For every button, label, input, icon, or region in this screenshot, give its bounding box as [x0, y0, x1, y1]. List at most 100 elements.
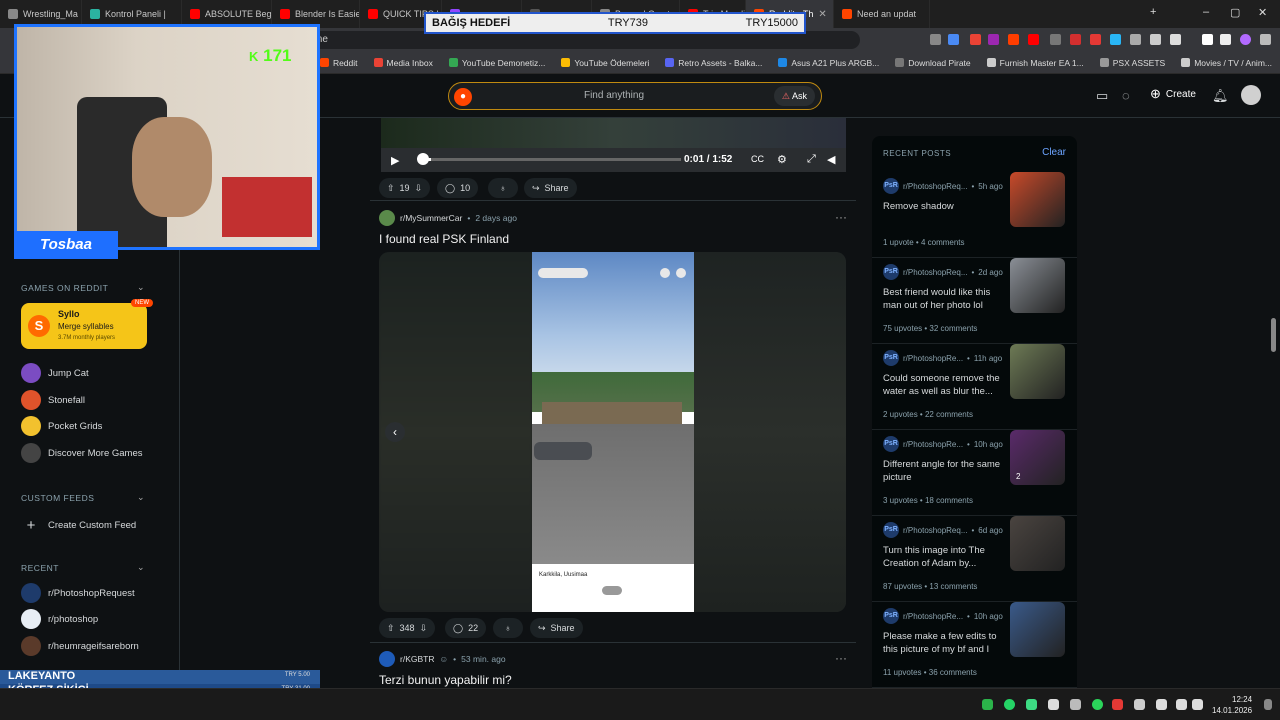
browser-menu-icon[interactable] [1260, 34, 1271, 45]
subreddit-avatar[interactable] [379, 210, 395, 226]
recent-post-card[interactable]: PsR r/PhotoshopRe... • 10h ago Please make a… [872, 602, 1077, 688]
advertise-icon[interactable]: ▭ [1096, 88, 1108, 104]
extension-icon[interactable] [1028, 34, 1039, 45]
tray-icon[interactable] [1112, 699, 1123, 710]
recent-post-title[interactable]: Please make a few edits to this picture … [883, 630, 1005, 656]
game-item[interactable]: Stonefall [21, 390, 85, 410]
extension-icon[interactable] [1070, 34, 1081, 45]
profile-icon[interactable] [1240, 34, 1251, 45]
close-window-icon[interactable]: ✕ [1258, 6, 1267, 19]
google-search-pill[interactable] [538, 268, 588, 278]
play-icon[interactable]: ▶ [391, 154, 399, 167]
recent-post-thumbnail[interactable]: 2 [1010, 430, 1065, 485]
notification-icon[interactable] [1264, 699, 1272, 710]
recent-post-thumbnail[interactable] [1010, 602, 1065, 657]
recent-community[interactable]: r/photoshop [21, 609, 98, 629]
recent-post-thumbnail[interactable] [1010, 344, 1065, 399]
bookmark-item[interactable]: Retro Assets - Balka... [657, 58, 770, 68]
recent-post-card[interactable]: PsR r/PhotoshopRe... • 10h ago Different ang… [872, 430, 1077, 516]
game-item[interactable]: Jump Cat [21, 363, 89, 383]
post-options-icon[interactable]: ··· [835, 210, 847, 224]
minimize-icon[interactable]: – [1203, 6, 1209, 18]
post-title[interactable]: I found real PSK Finland [379, 232, 509, 246]
ask-button[interactable]: ⚠ Ask [773, 86, 815, 106]
post-image-gallery[interactable]: Karkkila, Uusimaa ‹ [379, 252, 846, 612]
extension-icon[interactable] [948, 34, 959, 45]
sidebar-icon[interactable] [1220, 34, 1231, 45]
create-custom-feed[interactable]: + Create Custom Feed [21, 517, 137, 534]
recent-post-card[interactable]: PsR r/PhotoshopReq... • 2d ago Best friend w… [872, 258, 1077, 344]
downvote-icon[interactable]: ⇩ [420, 623, 428, 634]
recent-community[interactable]: r/PhotoshopRequest [21, 583, 135, 603]
clock[interactable]: 12:24 14.01.2026 [1212, 694, 1252, 716]
close-icon[interactable] [676, 268, 686, 278]
game-item[interactable]: Pocket Grids [21, 416, 102, 436]
recent-post-card[interactable]: PsR r/PhotoshopRe... • 11h ago Could someone… [872, 344, 1077, 430]
extensions-puzzle-icon[interactable] [1150, 34, 1161, 45]
recent-post-subreddit[interactable]: r/PhotoshopRe... [903, 354, 963, 363]
extension-icon[interactable] [1110, 34, 1121, 45]
downvote-icon[interactable]: ⇩ [415, 183, 423, 194]
tray-icon[interactable] [1070, 699, 1081, 710]
upvote-icon[interactable]: ⇧ [387, 623, 395, 634]
recent-post-title[interactable]: Could someone remove the water as well a… [883, 372, 1005, 398]
recent-chevron-icon[interactable]: ⌄ [137, 562, 145, 573]
browser-tab[interactable]: Need an updat [834, 0, 930, 28]
award-button[interactable]: ♁ [493, 618, 523, 638]
info-icon[interactable] [660, 268, 670, 278]
extension-icon[interactable] [930, 34, 941, 45]
recent-post-title[interactable]: Remove shadow [883, 200, 1005, 213]
recent-post-card[interactable]: PsR r/PhotoshopReq... • 5h ago Remove shadow… [872, 172, 1077, 258]
featured-game-syllo[interactable]: S Syllo Merge syllables 3.7M monthly pla… [21, 299, 153, 349]
toggle[interactable] [602, 586, 622, 595]
share-button[interactable]: ↪ Share [530, 618, 583, 638]
bookmark-item[interactable]: Asus A21 Plus ARGB... [770, 58, 887, 68]
bookmark-item[interactable]: Movies / TV / Anim... [1173, 58, 1280, 68]
recent-post-title[interactable]: Turn this image into The Creation of Ada… [883, 544, 1005, 570]
bookmark-item[interactable]: Download Pirate [887, 58, 978, 68]
extension-icon[interactable] [1050, 34, 1061, 45]
game-item[interactable]: Discover More Games [21, 443, 143, 463]
recent-post-subreddit[interactable]: r/PhotoshopReq... [903, 526, 967, 535]
bookmark-item[interactable]: Furnish Master EA 1... [979, 58, 1092, 68]
video-progress-track[interactable] [421, 158, 681, 161]
extension-icon[interactable] [1170, 34, 1181, 45]
fullscreen-icon[interactable]: ⤢ [807, 153, 816, 166]
post-title[interactable]: Terzi bunun yapabilir mi? [379, 673, 512, 687]
games-collapse-chevron-icon[interactable]: ⌄ [137, 282, 145, 293]
volume-icon[interactable] [1192, 699, 1203, 710]
gallery-prev-icon[interactable]: ‹ [385, 422, 405, 442]
notifications-bell-icon[interactable]: 🔔︎ [1212, 88, 1229, 104]
tray-icon[interactable] [1092, 699, 1103, 710]
recent-post-subreddit[interactable]: r/PhotoshopReq... [903, 268, 967, 277]
recent-post-title[interactable]: Different angle for the same picture [883, 458, 1005, 484]
extension-icon[interactable] [988, 34, 999, 45]
maximize-icon[interactable]: ▢ [1230, 6, 1240, 19]
media-icon[interactable] [1202, 34, 1213, 45]
user-avatar[interactable] [1241, 85, 1261, 105]
custom-feeds-chevron-icon[interactable]: ⌄ [137, 492, 145, 503]
subreddit-name[interactable]: r/KGBTR [400, 654, 434, 664]
clear-recent-button[interactable]: Clear [1042, 147, 1066, 158]
upvote-icon[interactable]: ⇧ [387, 183, 395, 194]
tray-icon[interactable] [1134, 699, 1145, 710]
settings-gear-icon[interactable]: ⚙ [777, 153, 787, 166]
recent-post-thumbnail[interactable] [1010, 258, 1065, 313]
extension-icon[interactable] [970, 34, 981, 45]
subreddit-avatar[interactable] [379, 651, 395, 667]
award-button[interactable]: ♁ [488, 178, 518, 198]
create-button[interactable]: ⊕ Create [1150, 86, 1196, 102]
video-player[interactable]: ▶ 0:01 / 1:52 CC ⚙ ⤢ ◀ [381, 118, 846, 172]
microphone-icon[interactable] [1156, 699, 1167, 710]
recent-post-thumbnail[interactable] [1010, 516, 1065, 571]
network-icon[interactable] [1176, 699, 1187, 710]
volume-icon[interactable]: ◀ [827, 153, 835, 166]
captions-icon[interactable]: CC [751, 154, 764, 164]
recent-post-card[interactable]: PsR r/PhotoshopReq... • 6d ago Turn this ima… [872, 516, 1077, 602]
recent-post-subreddit[interactable]: r/PhotoshopRe... [903, 612, 963, 621]
tab-close-icon[interactable]: ✕ [818, 9, 826, 20]
recent-post-title[interactable]: Best friend would like this man out of h… [883, 286, 1005, 312]
bookmark-item[interactable]: YouTube Demonetiz... [441, 58, 553, 68]
chat-icon[interactable]: ◌ [1122, 88, 1130, 103]
recent-community[interactable]: r/heumrageifsareborn [21, 636, 139, 656]
